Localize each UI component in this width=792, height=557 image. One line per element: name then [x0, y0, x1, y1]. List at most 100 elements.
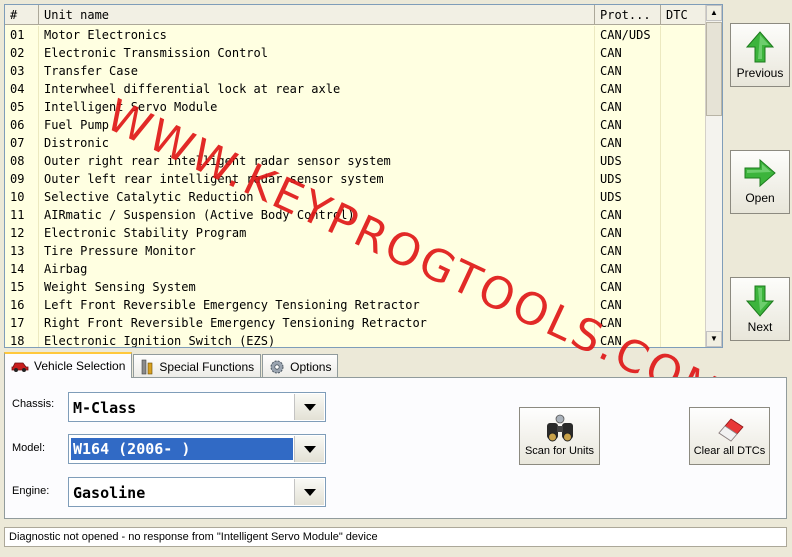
- row-number: 12: [5, 224, 39, 242]
- row-protocol: UDS: [595, 188, 661, 206]
- row-dtc: [661, 116, 707, 134]
- row-number: 02: [5, 44, 39, 62]
- model-select[interactable]: W164 (2006- ): [68, 434, 326, 464]
- chassis-select[interactable]: M-Class: [68, 392, 326, 422]
- table-row[interactable]: 03 Transfer Case CAN: [5, 62, 707, 80]
- row-dtc: [661, 332, 707, 347]
- row-number: 13: [5, 242, 39, 260]
- header-protocol[interactable]: Prot...: [595, 5, 661, 25]
- binoculars-icon: [546, 414, 573, 442]
- table-row[interactable]: 11 AIRmatic / Suspension (Active Body Con…: [5, 206, 707, 224]
- row-number: 03: [5, 62, 39, 80]
- row-number: 08: [5, 152, 39, 170]
- green-down-arrow-icon: [745, 285, 775, 317]
- table-row[interactable]: 06 Fuel Pump CAN: [5, 116, 707, 134]
- row-protocol: CAN: [595, 278, 661, 296]
- scroll-thumb[interactable]: [706, 22, 722, 116]
- row-unit-name: Tire Pressure Monitor: [39, 242, 595, 260]
- scroll-up-button[interactable]: ▲: [706, 5, 722, 21]
- table-row[interactable]: 02 Electronic Transmission Control CAN: [5, 44, 707, 62]
- row-unit-name: Outer left rear intelligent radar sensor…: [39, 170, 595, 188]
- row-dtc: [661, 278, 707, 296]
- table-row[interactable]: 08 Outer right rear intelligent radar sen…: [5, 152, 707, 170]
- grid-header: # Unit name Prot... DTC: [5, 5, 707, 25]
- open-label: Open: [745, 191, 775, 205]
- tab-special-functions-label: Special Functions: [159, 359, 255, 374]
- clear-all-dtcs-button[interactable]: Clear all DTCs: [689, 407, 770, 465]
- header-dtc[interactable]: DTC: [661, 5, 707, 25]
- engine-dropdown-button[interactable]: [294, 479, 324, 505]
- table-row[interactable]: 15 Weight Sensing System CAN: [5, 278, 707, 296]
- open-button[interactable]: Open: [730, 150, 790, 214]
- tab-options[interactable]: Options: [262, 354, 339, 378]
- table-row[interactable]: 01 Motor Electronics CAN/UDS: [5, 26, 707, 44]
- row-dtc: [661, 26, 707, 44]
- row-unit-name: Motor Electronics: [39, 26, 595, 44]
- row-number: 18: [5, 332, 39, 347]
- model-dropdown-button[interactable]: [294, 436, 324, 462]
- gear-icon: [270, 360, 284, 373]
- row-unit-name: Weight Sensing System: [39, 278, 595, 296]
- next-label: Next: [747, 320, 773, 334]
- row-protocol: CAN: [595, 80, 661, 98]
- model-label: Model:: [12, 442, 46, 454]
- row-protocol: CAN: [595, 206, 661, 224]
- row-number: 05: [5, 98, 39, 116]
- table-row[interactable]: 16 Left Front Reversible Emergency Tensio…: [5, 296, 707, 314]
- row-protocol: CAN: [595, 44, 661, 62]
- scan-for-units-label: Scan for Units: [524, 445, 595, 457]
- green-right-arrow-icon: [744, 158, 776, 188]
- green-up-arrow-icon: [745, 31, 775, 63]
- row-unit-name: AIRmatic / Suspension (Active Body Contr…: [39, 206, 595, 224]
- row-dtc: [661, 170, 707, 188]
- chassis-dropdown-button[interactable]: [294, 394, 324, 420]
- row-unit-name: Airbag: [39, 260, 595, 278]
- table-row[interactable]: 14 Airbag CAN: [5, 260, 707, 278]
- row-protocol: CAN: [595, 98, 661, 116]
- row-protocol: CAN: [595, 242, 661, 260]
- row-number: 10: [5, 188, 39, 206]
- next-button[interactable]: Next: [730, 277, 790, 341]
- clear-all-dtcs-label: Clear all DTCs: [693, 445, 766, 457]
- previous-label: Previous: [736, 66, 784, 80]
- row-protocol: CAN: [595, 296, 661, 314]
- table-row[interactable]: 09 Outer left rear intelligent radar sens…: [5, 170, 707, 188]
- table-row[interactable]: 12 Electronic Stability Program CAN: [5, 224, 707, 242]
- row-number: 09: [5, 170, 39, 188]
- table-row[interactable]: 05 Intelligent Servo Module CAN: [5, 98, 707, 116]
- header-number[interactable]: #: [5, 5, 39, 25]
- row-number: 06: [5, 116, 39, 134]
- row-number: 15: [5, 278, 39, 296]
- table-row[interactable]: 10 Selective Catalytic Reduction UDS: [5, 188, 707, 206]
- table-row[interactable]: 17 Right Front Reversible Emergency Tensi…: [5, 314, 707, 332]
- previous-button[interactable]: Previous: [730, 23, 790, 87]
- units-grid[interactable]: # Unit name Prot... DTC 01 Motor Electron…: [4, 4, 723, 348]
- row-unit-name: Electronic Stability Program: [39, 224, 595, 242]
- engine-value: Gasoline: [73, 484, 146, 502]
- status-bar: Diagnostic not opened - no response from…: [4, 527, 787, 547]
- header-unit-name[interactable]: Unit name: [39, 5, 595, 25]
- table-row[interactable]: 13 Tire Pressure Monitor CAN: [5, 242, 707, 260]
- row-number: 16: [5, 296, 39, 314]
- tab-vehicle-selection[interactable]: Vehicle Selection: [4, 352, 133, 378]
- row-dtc: [661, 260, 707, 278]
- scroll-down-button[interactable]: ▼: [706, 331, 722, 347]
- engine-label: Engine:: [12, 485, 50, 497]
- row-protocol: CAN: [595, 224, 661, 242]
- tab-special-functions[interactable]: Special Functions: [133, 354, 262, 378]
- table-row[interactable]: 07 Distronic CAN: [5, 134, 707, 152]
- row-dtc: [661, 44, 707, 62]
- row-dtc: [661, 242, 707, 260]
- vertical-scrollbar[interactable]: ▲ ▼: [705, 5, 722, 347]
- tools-icon: [142, 359, 153, 374]
- row-dtc: [661, 296, 707, 314]
- row-unit-name: Selective Catalytic Reduction: [39, 188, 595, 206]
- table-row[interactable]: 04 Interwheel differential lock at rear a…: [5, 80, 707, 98]
- scan-for-units-button[interactable]: Scan for Units: [519, 407, 600, 465]
- engine-select[interactable]: Gasoline: [68, 477, 326, 507]
- row-protocol: CAN: [595, 260, 661, 278]
- table-row[interactable]: 18 Electronic Ignition Switch (EZS) CAN: [5, 332, 707, 347]
- row-protocol: CAN: [595, 314, 661, 332]
- row-protocol: CAN: [595, 116, 661, 134]
- row-dtc: [661, 98, 707, 116]
